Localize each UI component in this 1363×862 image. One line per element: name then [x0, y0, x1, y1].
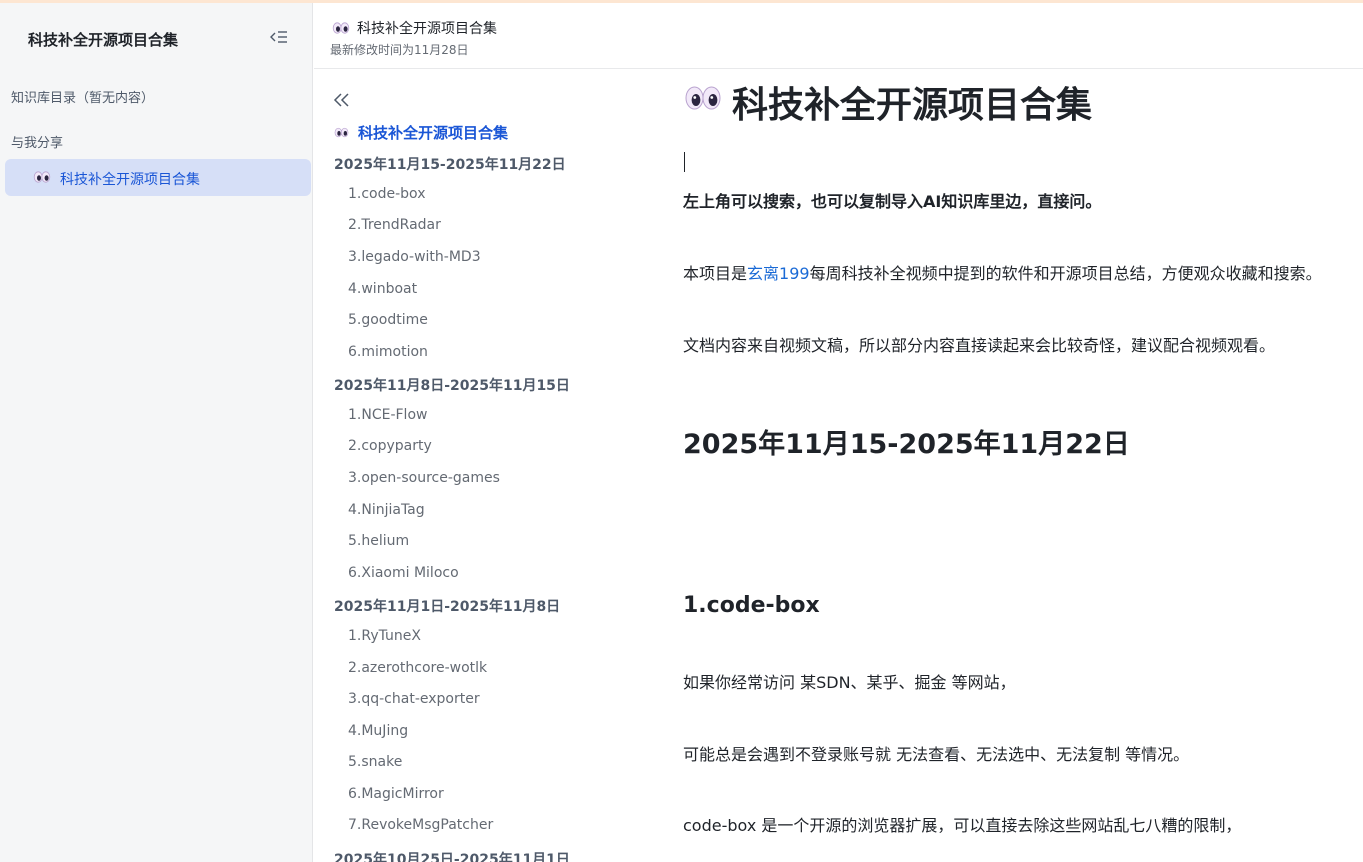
eyes-emoji-icon: [33, 171, 51, 183]
knowledge-catalog-label[interactable]: 知识库目录（暂无内容）: [11, 87, 154, 106]
toc-item[interactable]: 1.NCE-Flow: [348, 407, 427, 423]
toc-item[interactable]: 6.MagicMirror: [348, 786, 444, 802]
subsection-heading-code-box: 1.code-box: [683, 593, 820, 618]
toc-item[interactable]: 2.TrendRadar: [348, 217, 441, 233]
document-header-title: 科技补全开源项目合集: [357, 21, 497, 37]
toc-item[interactable]: 2.azerothcore-wotlk: [348, 660, 487, 676]
toc-item[interactable]: 4.NinjiaTag: [348, 502, 425, 518]
toc-item[interactable]: 3.open-source-games: [348, 470, 500, 486]
sidebar: 科技补全开源项目合集 知识库目录（暂无内容） 与我分享 科技补全开源项目合集: [0, 3, 313, 862]
sidebar-header: 科技补全开源项目合集: [0, 3, 313, 73]
eyes-emoji-icon: [685, 86, 721, 110]
toc-group-heading[interactable]: 2025年11月1日-2025年11月8日: [334, 596, 560, 616]
toc-group-heading[interactable]: 2025年11月8日-2025年11月15日: [334, 375, 570, 395]
toc-item[interactable]: 6.Xiaomi Miloco: [348, 565, 459, 581]
eyes-emoji-icon: [334, 127, 349, 138]
eyes-emoji-icon: [332, 22, 350, 34]
intro-text-post: 每周科技补全视频中提到的软件和开源项目总结，方便观众收藏和搜索。: [809, 264, 1322, 283]
toc-group-heading[interactable]: 2025年11月15-2025年11月22日: [334, 154, 566, 174]
double-chevron-left-icon[interactable]: [332, 91, 352, 109]
paragraph-intro: 本项目是玄离199每周科技补全视频中提到的软件和开源项目总结，方便观众收藏和搜索…: [683, 260, 1322, 284]
document-header: 科技补全开源项目合集 最新修改时间为11月28日: [314, 3, 1363, 69]
author-link[interactable]: 玄离199: [747, 264, 810, 283]
document-body[interactable]: 科技补全开源项目合集 左上角可以搜索，也可以复制导入AI知识库里边，直接问。 本…: [654, 70, 1363, 862]
toc-item[interactable]: 7.RevokeMsgPatcher: [348, 817, 493, 833]
toc-item[interactable]: 5.goodtime: [348, 312, 428, 328]
collapse-sidebar-icon[interactable]: [268, 27, 290, 47]
paragraph-source-note: 文档内容来自视频文稿，所以部分内容直接读起来会比较奇怪，建议配合视频观看。: [683, 336, 1276, 355]
toc-item[interactable]: 4.winboat: [348, 281, 417, 297]
toc-item[interactable]: 1.RyTuneX: [348, 628, 421, 644]
table-of-contents: 科技补全开源项目合集 2025年11月15-2025年11月22日 1.code…: [314, 70, 654, 862]
toc-group-heading[interactable]: 2025年10月25日-2025年11月1日: [334, 849, 570, 862]
paragraph-body: code-box 是一个开源的浏览器扩展，可以直接去除这些网站乱七八糟的限制，: [683, 816, 1242, 835]
paragraph-body: 如果你经常访问 某SDN、某乎、掘金 等网站，: [683, 673, 1016, 692]
document-title: 科技补全开源项目合集: [732, 85, 1093, 126]
toc-item[interactable]: 5.helium: [348, 533, 409, 549]
toc-root-label: 科技补全开源项目合集: [358, 124, 509, 142]
text-cursor: [684, 152, 685, 172]
toc-item[interactable]: 4.MuJing: [348, 723, 408, 739]
toc-item[interactable]: 1.code-box: [348, 186, 425, 202]
sidebar-item-label: 科技补全开源项目合集: [60, 172, 200, 188]
last-modified-text: 最新修改时间为11月28日: [330, 43, 469, 57]
intro-text-pre: 本项目是: [683, 264, 748, 283]
paragraph-body: 可能总是会遇到不登录账号就 无法查看、无法选中、无法复制 等情况。: [683, 745, 1190, 764]
shared-with-me-label: 与我分享: [11, 136, 64, 151]
toc-item[interactable]: 6.mimotion: [348, 344, 428, 360]
toc-item[interactable]: 5.snake: [348, 754, 402, 770]
section-heading-week: 2025年11月15-2025年11月22日: [683, 429, 1130, 460]
toc-item[interactable]: 2.copyparty: [348, 438, 432, 454]
paragraph-search-tip: 左上角可以搜索，也可以复制导入AI知识库里边，直接问。: [683, 192, 1102, 211]
sidebar-item-shared-doc[interactable]: 科技补全开源项目合集: [5, 159, 311, 196]
toc-item[interactable]: 3.qq-chat-exporter: [348, 691, 480, 707]
toc-item[interactable]: 3.legado-with-MD3: [348, 249, 481, 265]
sidebar-title: 科技补全开源项目合集: [28, 31, 179, 49]
